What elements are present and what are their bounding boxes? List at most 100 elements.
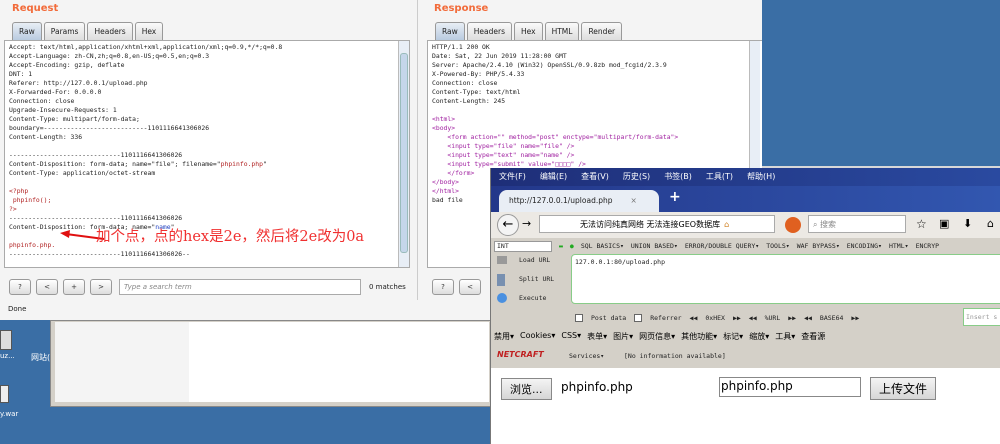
help-button[interactable]: ? <box>432 279 454 295</box>
menu-bar: 文件(F) 编辑(E) 查看(V) 历史(S) 书签(B) 工具(T) 帮助(H) <box>491 168 1000 186</box>
bookmark-star-icon[interactable]: ☆ <box>916 217 927 231</box>
services-menu[interactable]: Services▾ <box>569 352 604 360</box>
boundary-end-line: -----------------------------11011166413… <box>9 250 190 258</box>
toolbar-item[interactable]: 网页信息▾ <box>639 331 675 342</box>
post-data-label: Post data <box>591 314 627 322</box>
blocked-icon[interactable] <box>785 217 801 233</box>
hackbar-menu-item[interactable]: HTML▾ <box>889 242 909 250</box>
hackbar-menu-item[interactable]: ERROR/DOUBLE QUERY▾ <box>685 242 759 250</box>
toolbar-item[interactable]: 表单▾ <box>587 331 607 342</box>
post-data-checkbox[interactable] <box>575 314 583 322</box>
hackbar-menu-item[interactable]: ENCODING▾ <box>847 242 882 250</box>
left-arrow-icon[interactable]: ◀◀ <box>690 314 698 322</box>
tab-raw[interactable]: Raw <box>12 22 42 40</box>
disposition-line: Content-Disposition: form-data; name="fi… <box>9 160 221 168</box>
load-url-icon <box>497 256 507 264</box>
split-url-icon <box>497 274 505 286</box>
minus-icon[interactable]: ▬ <box>559 242 563 250</box>
tab-html[interactable]: HTML <box>544 22 580 40</box>
toolbar-item[interactable]: CSS▾ <box>561 331 581 342</box>
desktop-background <box>762 0 1000 168</box>
right-arrow-icon[interactable]: ▶▶ <box>788 314 796 322</box>
tab-headers[interactable]: Headers <box>466 22 512 40</box>
tab-headers[interactable]: Headers <box>87 22 133 40</box>
right-arrow-icon[interactable]: ▶▶ <box>733 314 741 322</box>
request-line: Content-Length: 336 <box>9 133 83 141</box>
menu-item[interactable]: 书签(B) <box>664 171 692 183</box>
hackbar-menu-item[interactable]: SQL BASICS▾ <box>581 242 624 250</box>
scroll-thumb[interactable] <box>400 53 408 253</box>
split-url-button[interactable]: Split URL <box>519 275 554 283</box>
type-select[interactable]: INT <box>494 240 552 252</box>
execute-button[interactable]: Execute <box>519 294 546 302</box>
filename-value: phpinfo.php <box>220 160 263 168</box>
hackbar-menu-item[interactable]: TOOLS▾ <box>766 242 789 250</box>
tab-render[interactable]: Render <box>581 22 623 40</box>
home-icon[interactable]: ⌂ <box>724 220 729 229</box>
hackbar-menu-item[interactable]: ENCRYP <box>916 242 939 250</box>
request-line: Referer: http://127.0.0.1/upload.php <box>9 79 148 87</box>
load-url-button[interactable]: Load URL <box>519 256 550 264</box>
left-arrow-icon[interactable]: ◀◀ <box>804 314 812 322</box>
url-bar[interactable]: 无法访问纯真网络 无法连接GEO数据库 ⌂ <box>539 215 775 233</box>
menu-item[interactable]: 帮助(H) <box>747 171 775 183</box>
toolbar-item[interactable]: 查看源 <box>801 331 825 342</box>
previous-button[interactable]: < <box>36 279 58 295</box>
search-input[interactable]: ⌕ 搜索 <box>808 215 906 233</box>
toolbar-item[interactable]: 缩放▾ <box>749 331 769 342</box>
hackbar-menu-item[interactable]: UNION BASED▾ <box>631 242 678 250</box>
tab-params[interactable]: Params <box>43 22 86 40</box>
next-button[interactable]: > <box>90 279 112 295</box>
netcraft-logo[interactable]: NETCRAFT <box>497 350 544 359</box>
home-button-icon[interactable]: ⌂ <box>987 217 994 230</box>
request-tabs: Raw Params Headers Hex <box>12 22 164 40</box>
toolbar-item[interactable]: 标记▾ <box>723 331 743 342</box>
menu-item[interactable]: 文件(F) <box>499 171 526 183</box>
menu-item[interactable]: 工具(T) <box>706 171 733 183</box>
response-scrollbar[interactable] <box>749 41 760 171</box>
toolbar-item[interactable]: 工具▾ <box>775 331 795 342</box>
left-arrow-icon[interactable]: ◀◀ <box>749 314 757 322</box>
tab-raw[interactable]: Raw <box>435 22 465 40</box>
desktop-app-icon[interactable] <box>0 330 12 350</box>
boundary-line: -----------------------------11011166413… <box>9 214 183 222</box>
menu-item[interactable]: 历史(S) <box>623 171 650 183</box>
request-line: Upgrade-Insecure-Requests: 1 <box>9 106 117 114</box>
insert-string-input[interactable]: Insert s <box>963 308 1000 326</box>
quote: " <box>262 160 267 168</box>
tab-hex[interactable]: Hex <box>514 22 543 40</box>
match-count: 0 matches <box>369 283 406 291</box>
referrer-label: Referrer <box>650 314 682 322</box>
hackbar-menu-item[interactable]: WAF BYPASS▾ <box>797 242 840 250</box>
browser-tab[interactable]: http://127.0.0.1/upload.php × <box>499 190 659 212</box>
request-line: X-Forwarded-For: 0.0.0.0 <box>9 88 102 96</box>
toolbar-item[interactable]: 其他功能▾ <box>681 331 717 342</box>
tab-strip: http://127.0.0.1/upload.php × + <box>491 186 1000 212</box>
add-button[interactable]: + <box>63 279 85 295</box>
url-textarea[interactable]: 127.0.0.1:80/upload.php <box>571 254 1000 304</box>
plus-icon[interactable]: ● <box>570 242 574 250</box>
menu-item[interactable]: 查看(V) <box>581 171 609 183</box>
toolbar-item[interactable]: 图片▾ <box>613 331 633 342</box>
right-arrow-icon[interactable]: ▶▶ <box>851 314 859 322</box>
toolbar-item[interactable]: 禁用▾ <box>494 331 514 342</box>
reading-list-icon[interactable]: ▣ <box>939 217 949 230</box>
request-line: -----------------------------11011166413… <box>9 151 183 159</box>
referrer-checkbox[interactable] <box>634 314 643 322</box>
browse-button[interactable]: 浏览... <box>501 378 552 400</box>
close-tab-icon[interactable]: × <box>631 196 637 205</box>
name-input[interactable]: phpinfo.php <box>719 377 861 397</box>
forward-icon[interactable]: → <box>522 217 531 230</box>
download-icon[interactable]: ⬇ <box>963 217 972 230</box>
menu-item[interactable]: 编辑(E) <box>540 171 567 183</box>
upload-button[interactable]: 上传文件 <box>870 377 937 400</box>
tab-hex[interactable]: Hex <box>134 22 164 40</box>
previous-button[interactable]: < <box>459 279 481 295</box>
new-tab-button[interactable]: + <box>669 189 681 205</box>
back-icon[interactable]: ← <box>497 214 519 236</box>
toolbar-item[interactable]: Cookies▾ <box>520 331 555 342</box>
help-button[interactable]: ? <box>9 279 31 295</box>
search-input[interactable]: Type a search term <box>119 279 361 295</box>
request-scrollbar[interactable] <box>398 41 409 267</box>
war-file-icon[interactable] <box>0 385 9 403</box>
